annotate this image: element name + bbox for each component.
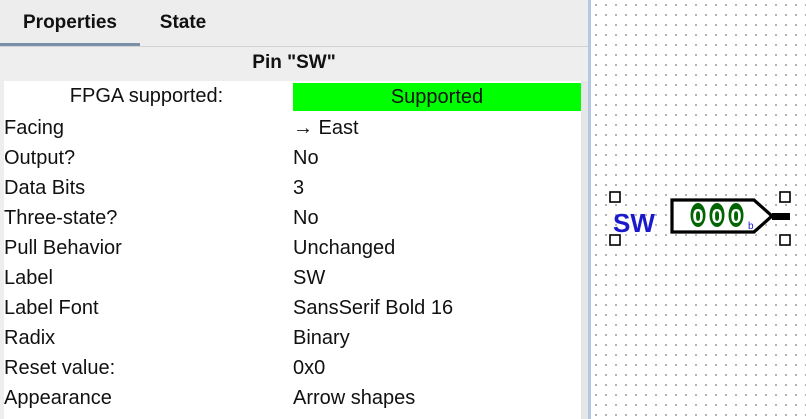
property-label: Three-state? — [4, 207, 118, 229]
selection-handle[interactable] — [779, 234, 791, 246]
property-row-appearance[interactable]: Appearance Arrow shapes — [4, 383, 581, 413]
property-row-pull-behavior[interactable]: Pull Behavior Unchanged — [4, 233, 581, 263]
component-title: Pin "SW" — [252, 52, 336, 73]
pin-port — [772, 213, 790, 220]
bit-2-value: 0 — [730, 206, 741, 228]
fpga-supported-badge: Supported — [293, 83, 581, 111]
property-label: Data Bits — [4, 177, 86, 199]
facing-select[interactable]: → East — [293, 113, 581, 143]
property-row-data-bits[interactable]: Data Bits 3 — [4, 173, 581, 203]
output-select[interactable]: No — [293, 143, 581, 173]
label-input[interactable]: SW — [293, 263, 581, 293]
property-label: Radix — [4, 327, 56, 349]
radix-select[interactable]: Binary — [293, 323, 581, 353]
bit-values: 0 0 0 — [690, 203, 744, 228]
property-row-output[interactable]: Output? No — [4, 143, 581, 173]
property-row-label[interactable]: Label SW — [4, 263, 581, 293]
panel-scrollbar[interactable] — [581, 81, 588, 419]
property-row-reset-value[interactable]: Reset value: 0x0 — [4, 353, 581, 383]
tab-divider — [0, 46, 588, 47]
property-label: Appearance — [4, 387, 112, 409]
pull-behavior-select[interactable]: Unchanged — [293, 233, 581, 263]
property-label: Label Font — [4, 297, 99, 319]
selection-handle[interactable] — [779, 191, 791, 203]
property-label: Pull Behavior — [4, 237, 122, 259]
property-row-radix[interactable]: Radix Binary — [4, 323, 581, 353]
property-label: Facing — [4, 117, 65, 139]
radix-marker: b — [748, 221, 754, 232]
property-row-fpga: FPGA supported: Supported — [4, 81, 581, 111]
data-bits-select[interactable]: 3 — [293, 173, 581, 203]
property-row-three-state[interactable]: Three-state? No — [4, 203, 581, 233]
property-label: FPGA supported: — [69, 85, 224, 107]
pin-component[interactable]: SW 0 0 0 b — [591, 0, 806, 419]
property-row-facing[interactable]: Facing → East — [4, 113, 581, 143]
tab-properties[interactable]: Properties — [0, 0, 140, 44]
selection-handle[interactable] — [609, 191, 621, 203]
tab-bar: Properties State — [0, 0, 588, 47]
label-font-picker[interactable]: SansSerif Bold 16 — [293, 293, 581, 323]
bit-1-value: 0 — [711, 206, 722, 228]
properties-panel: Properties State Pin "SW" FPGA supported… — [0, 0, 588, 419]
appearance-select[interactable]: Arrow shapes — [293, 383, 581, 413]
property-label: Label — [4, 267, 53, 289]
three-state-select[interactable]: No — [293, 203, 581, 233]
bit-0-value: 0 — [692, 206, 703, 228]
property-row-label-font[interactable]: Label Font SansSerif Bold 16 — [4, 293, 581, 323]
properties-table: FPGA supported: Supported Facing → East … — [4, 81, 581, 419]
property-label: Output? — [4, 147, 76, 169]
property-label: Reset value: — [4, 357, 116, 379]
reset-value-input[interactable]: 0x0 — [293, 353, 581, 383]
pin-label: SW — [613, 208, 655, 238]
tab-state[interactable]: State — [140, 0, 226, 44]
circuit-canvas[interactable]: SW 0 0 0 b — [591, 0, 806, 419]
